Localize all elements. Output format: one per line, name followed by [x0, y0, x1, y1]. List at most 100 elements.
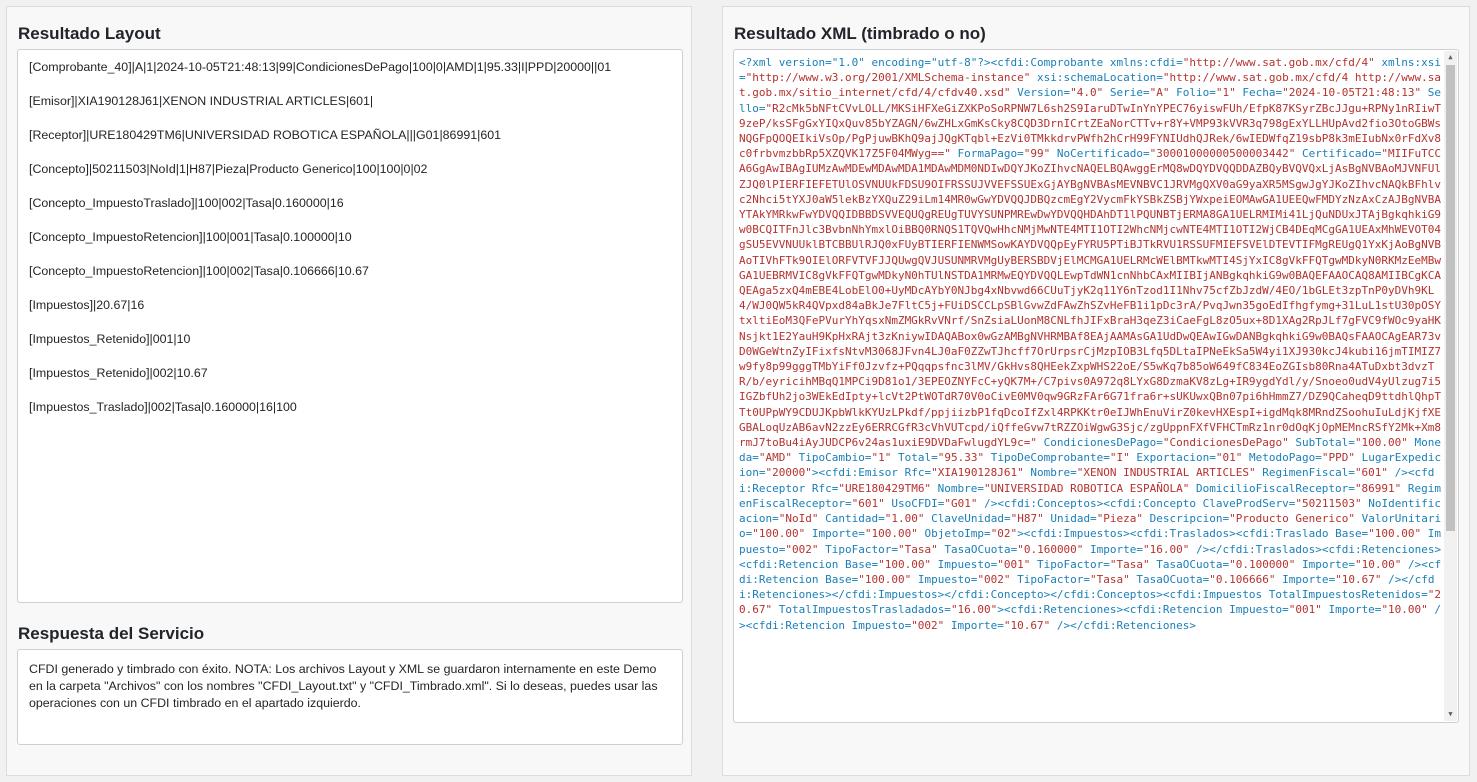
- xml-value-token: "PPD": [1321, 451, 1355, 465]
- layout-line: [Impuestos]|20.67|16: [29, 298, 145, 312]
- layout-line: [Emisor]|XIA190128J61|XENON INDUSTRIAL A…: [29, 94, 374, 108]
- xml-title: Resultado XML (timbrado o no): [734, 24, 986, 43]
- xml-value-token: "100.00": [752, 527, 806, 541]
- xml-value-token: "AMD": [758, 451, 792, 465]
- xml-value-token: "2024-10-05T21:48:13": [1282, 86, 1422, 100]
- xml-tag-token: Impuesto=: [931, 557, 998, 571]
- xml-tag-token: ><cfdi:Emisor Rfc=: [811, 466, 932, 480]
- xml-tag-token: SubTotal=: [1288, 436, 1355, 450]
- xml-tag-token: TipoFactor=: [818, 542, 898, 556]
- xml-tag-token: Total=: [891, 451, 938, 465]
- xml-tag-token: ObjetoImp=: [917, 527, 991, 541]
- xml-tag-token: Impuesto=: [911, 572, 978, 586]
- xml-value-token: "XENON INDUSTRIAL ARTICLES": [1076, 466, 1256, 480]
- xml-value-token: "Tasa": [1090, 572, 1130, 586]
- xml-tag-token: FormaPago=: [950, 147, 1024, 161]
- xml-value-token: "URE180429TM6": [838, 481, 932, 495]
- xml-value-token: "50211503": [1295, 496, 1362, 510]
- xml-value-token: "99": [1023, 147, 1051, 161]
- xml-value-token: "10.67": [1335, 572, 1382, 586]
- xml-value-token: "Tasa": [897, 542, 938, 556]
- xml-value-token: "100.00": [1368, 527, 1422, 541]
- xml-tag-token: Descripcion=: [1143, 512, 1230, 526]
- xml-tag-token: ClaveUnidad=: [924, 512, 1011, 526]
- xml-tag-token: TasaOCuota=: [1149, 557, 1230, 571]
- xml-tag-token: <?xml version="1.0" encoding="utf-8"?><c…: [739, 56, 1183, 69]
- scroll-down-arrow-icon[interactable]: ▼: [1444, 708, 1457, 721]
- xml-value-token: "1": [871, 451, 892, 465]
- xml-value-token: "100.00": [864, 527, 918, 541]
- xml-value-token: "100.00": [878, 557, 932, 571]
- layout-textarea[interactable]: [Comprobante_40]|A|1|2024-10-05T21:48:13…: [17, 49, 683, 603]
- layout-line: [Comprobante_40]|A|1|2024-10-05T21:48:13…: [29, 60, 612, 74]
- xml-value-token: "02": [990, 527, 1018, 541]
- xml-tag-token: TasaOCuota=: [1129, 572, 1210, 586]
- scroll-up-arrow-icon[interactable]: ▲: [1444, 51, 1457, 64]
- xml-tag-token: Folio=: [1169, 86, 1216, 100]
- xml-tag-token: TipoCambio=: [792, 451, 872, 465]
- xml-value-token: "0.160000": [1017, 542, 1084, 556]
- xml-value-token: "002": [911, 618, 945, 632]
- xml-value-token: "86991": [1354, 481, 1402, 495]
- scroll-thumb[interactable]: [1446, 65, 1455, 531]
- xml-value-token: "1.00": [884, 512, 925, 526]
- xml-tag-token: Nombre=: [1023, 466, 1077, 480]
- xml-tag-token: RegimenFiscal=: [1255, 466, 1355, 480]
- xml-value-token: "16.00": [1143, 542, 1190, 556]
- xml-tag-token: DomicilioFiscalReceptor=: [1189, 481, 1355, 495]
- xml-tag-token: CondicionesDePago=: [1037, 436, 1163, 450]
- xml-value-token: "10.67": [1003, 618, 1051, 632]
- xml-tag-token: Importe=: [1275, 572, 1336, 586]
- xml-value-token: "1": [1215, 86, 1236, 100]
- xml-value-token: "002": [977, 572, 1011, 586]
- xml-tag-token: ><cfdi:Retenciones><cfdi:Retencion Impue…: [997, 603, 1289, 617]
- xml-value-token: "NoId": [778, 512, 819, 526]
- xml-value-token: "CondicionesDePago": [1162, 436, 1289, 450]
- xml-tag-token: Importe=: [1083, 542, 1144, 556]
- xml-value-token: "001": [997, 557, 1031, 571]
- xml-tag-token: Nombre=: [931, 481, 985, 495]
- xml-value-token: "I": [1109, 451, 1130, 465]
- xml-tag-token: /></cfdi:Retenciones>: [1050, 618, 1196, 632]
- xml-tag-token: Fecha=: [1235, 86, 1283, 100]
- xml-value-token: "10.00": [1381, 603, 1428, 617]
- xml-value-token: "G01": [944, 496, 978, 510]
- xml-scrollbar[interactable]: ▲ ▼: [1444, 51, 1457, 721]
- xml-value-token: "16.00": [950, 603, 998, 617]
- service-title: Respuesta del Servicio: [18, 624, 205, 643]
- xml-value-token: "http://www.sat.gob.mx/cfd/4": [1182, 56, 1375, 69]
- layout-line: [Concepto_ImpuestoTraslado]|100|002|Tasa…: [29, 196, 344, 210]
- service-response-textarea[interactable]: CFDI generado y timbrado con éxito. NOTA…: [17, 649, 683, 745]
- xml-value-token: "H87": [1010, 512, 1044, 526]
- xml-value-token: "http://www.w3.org/2001/XMLSchema-instan…: [745, 71, 1031, 85]
- xml-tag-token: xsi:schemaLocation=: [1030, 71, 1163, 85]
- xml-tag-token: TasaOCuota=: [937, 542, 1018, 556]
- xml-value-token: "Pieza": [1096, 512, 1144, 526]
- xml-tag-token: Version=: [1010, 86, 1071, 100]
- xml-tag-token: Certificado=: [1295, 147, 1382, 161]
- xml-value-token: "001": [1288, 603, 1322, 617]
- xml-value-token: "Producto Generico": [1229, 512, 1355, 526]
- xml-value-token: "0.106666": [1209, 572, 1276, 586]
- xml-value-token: "UNIVERSIDAD ROBOTICA ESPAÑOLA": [984, 481, 1190, 495]
- layout-line: [Receptor]|URE180429TM6|UNIVERSIDAD ROBO…: [29, 128, 502, 142]
- xml-value-token: "4.0": [1070, 86, 1104, 100]
- xml-textarea[interactable]: <?xml version="1.0" encoding="utf-8"?><c…: [733, 49, 1459, 723]
- xml-tag-token: NoCertificado=: [1050, 147, 1150, 161]
- xml-tag-token: TipoDeComprobante=: [984, 451, 1110, 465]
- xml-value-token: "100.00": [858, 572, 912, 586]
- xml-tag-token: MetodoPago=: [1242, 451, 1322, 465]
- xml-tag-token: Exportacion=: [1129, 451, 1216, 465]
- xml-value-token: "MIIFuTCCA6GgAwIBAgIUMzAwMDEwMDAwMDA1MDA…: [739, 147, 1442, 450]
- layout-line: [Concepto_ImpuestoRetencion]|100|002|Tas…: [29, 264, 369, 278]
- layout-line: [Concepto]|50211503|NoId|1|H87|Pieza|Pro…: [29, 162, 428, 176]
- xml-tag-token: Cantidad=: [818, 512, 885, 526]
- xml-tag-token: UsoCFDI=: [884, 496, 945, 510]
- xml-tag-token: TipoFactor=: [1030, 557, 1110, 571]
- xml-value-token: "601": [851, 496, 885, 510]
- xml-value-token: "601": [1354, 466, 1389, 480]
- xml-value-token: "XIA190128J61": [931, 466, 1024, 480]
- right-panel: Resultado XML (timbrado o no) <?xml vers…: [722, 6, 1470, 776]
- layout-title: Resultado Layout: [18, 24, 161, 43]
- xml-tag-token: Serie=: [1103, 86, 1150, 100]
